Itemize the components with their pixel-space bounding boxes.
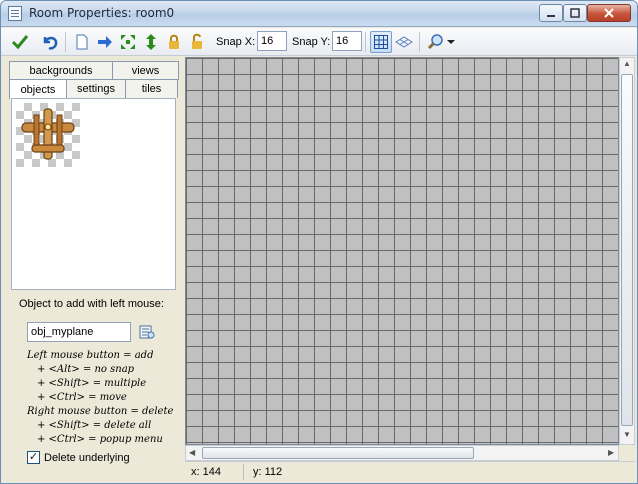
mouse-y-readout: y: 112: [253, 466, 283, 478]
object-list-icon[interactable]: [139, 324, 155, 340]
grid-icon: [374, 35, 388, 49]
room-grid-canvas[interactable]: [185, 57, 619, 445]
tab-row-top: backgrounds views: [9, 61, 179, 80]
left-panel: backgrounds views objects settings tiles…: [7, 58, 181, 478]
snap-x-input[interactable]: 16: [257, 31, 287, 51]
delete-underlying-label: Delete underlying: [44, 451, 130, 464]
window-title: Room Properties: room0: [29, 6, 175, 20]
tab-row-bottom: objects settings tiles: [9, 79, 178, 99]
toolbar-separator: [65, 32, 66, 52]
add-object-label: Object to add with left mouse:: [19, 298, 164, 310]
undo-button[interactable]: [39, 31, 61, 53]
shift-instances-button[interactable]: [94, 31, 116, 53]
close-button[interactable]: [587, 4, 631, 22]
snap-y-input[interactable]: 16: [332, 31, 362, 51]
toolbar-separator: [419, 32, 420, 52]
scroll-down-icon[interactable]: ▼: [623, 430, 631, 439]
help-line: Left mouse button = add: [27, 350, 154, 361]
unlock-instances-button[interactable]: [186, 31, 208, 53]
lock-instances-button[interactable]: [163, 31, 185, 53]
check-icon: [11, 35, 29, 50]
scroll-left-icon[interactable]: ◀: [189, 448, 195, 457]
tab-tiles[interactable]: tiles: [125, 79, 178, 98]
document-window-icon: [8, 6, 22, 21]
document-icon: [76, 34, 88, 50]
status-bar: x: 144 y: 112: [185, 461, 635, 481]
minimize-button[interactable]: [539, 4, 563, 22]
scrollbar-corner: [619, 445, 635, 461]
maximize-button[interactable]: [563, 4, 587, 22]
close-icon: [604, 8, 614, 18]
isometric-grid-icon: [395, 36, 413, 48]
tab-settings[interactable]: settings: [66, 79, 126, 98]
vertical-scrollbar[interactable]: ▲ ▼: [619, 57, 635, 445]
unlock-icon: [192, 33, 202, 49]
vertical-scroll-thumb[interactable]: [621, 74, 633, 426]
snap-x-label: Snap X:: [216, 36, 256, 48]
delete-underlying-row[interactable]: ✓ Delete underlying: [27, 451, 130, 464]
object-selector-field[interactable]: obj_myplane: [27, 322, 131, 342]
toolbar-separator: [365, 32, 366, 52]
minimize-icon: [547, 15, 555, 17]
mouse-help-text: Left mouse button = add + <Alt> = no sna…: [27, 349, 173, 447]
title-bar[interactable]: Room Properties: room0: [1, 1, 637, 27]
zoom-icon: [427, 34, 443, 50]
sort-x-button[interactable]: [117, 31, 139, 53]
help-line: Right mouse button = delete: [27, 406, 174, 417]
toolbar: Snap X: 16 Snap Y: 16: [1, 28, 637, 56]
status-divider: [243, 464, 244, 480]
object-palette[interactable]: [11, 98, 176, 290]
horizontal-scrollbar[interactable]: ◀ ▶: [185, 445, 619, 461]
snap-y-label: Snap Y:: [292, 36, 331, 48]
help-line: + <Shift> = delete all: [37, 420, 152, 431]
help-line: + <Ctrl> = move: [37, 392, 127, 403]
scroll-up-icon[interactable]: ▲: [623, 59, 631, 68]
tab-views[interactable]: views: [112, 61, 179, 80]
arrow-right-icon: [98, 36, 112, 48]
delete-underlying-checkbox[interactable]: ✓: [27, 451, 40, 464]
dropdown-arrow-icon: [447, 40, 455, 44]
horizontal-scroll-thumb[interactable]: [202, 447, 474, 459]
isometric-grid-button[interactable]: [393, 31, 415, 53]
plane-sprite-icon: [21, 108, 75, 160]
mouse-x-readout: x: 144: [191, 466, 221, 478]
maximize-icon: [570, 8, 580, 18]
shift-vertical-icon: [146, 34, 156, 50]
help-line: + <Alt> = no snap: [37, 364, 135, 375]
object-thumbnail[interactable]: [16, 103, 80, 167]
tab-objects[interactable]: objects: [9, 79, 67, 99]
clear-room-button[interactable]: [71, 31, 93, 53]
sort-y-button[interactable]: [140, 31, 162, 53]
shift-expand-icon: [121, 35, 135, 49]
tab-backgrounds[interactable]: backgrounds: [9, 61, 113, 80]
undo-icon: [43, 36, 58, 50]
toggle-grid-button[interactable]: [370, 31, 392, 53]
help-line: + <Ctrl> = popup menu: [37, 434, 163, 445]
room-properties-window: Room Properties: room0 Snap X: 16 Snap Y…: [0, 0, 638, 484]
ok-button[interactable]: [9, 31, 31, 53]
scroll-right-icon[interactable]: ▶: [608, 448, 614, 457]
zoom-dropdown[interactable]: [444, 31, 458, 53]
help-line: + <Shift> = multiple: [37, 378, 147, 389]
lock-icon: [169, 34, 179, 49]
